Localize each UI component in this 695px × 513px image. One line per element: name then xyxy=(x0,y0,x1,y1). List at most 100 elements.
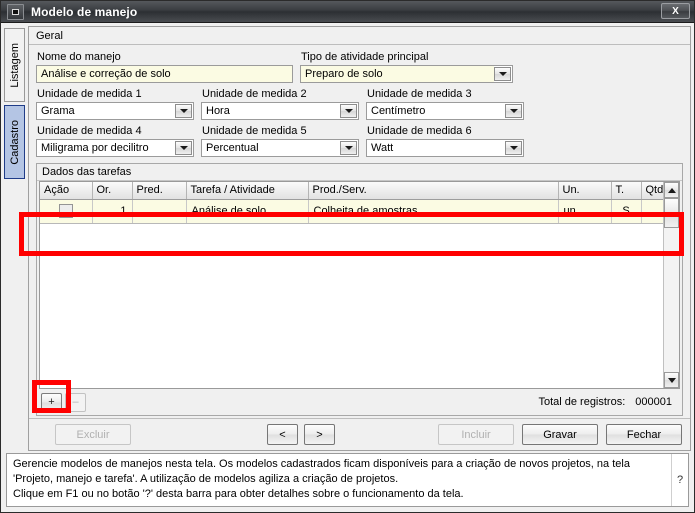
minimize-box-icon[interactable] xyxy=(7,3,24,20)
sidebar-tab-cadastro-label: Cadastro xyxy=(8,119,21,165)
cell-or: 1 xyxy=(92,199,133,224)
chevron-down-icon[interactable] xyxy=(175,104,192,118)
tasks-grid-body: Ação Or. Pred. Tarefa / Atividade Prod./… xyxy=(40,182,663,388)
sidebar-tab-listagem[interactable]: Listagem xyxy=(4,28,25,102)
chevron-down-icon[interactable] xyxy=(340,141,357,155)
row-checkbox[interactable] xyxy=(58,204,73,218)
help-button[interactable]: ? xyxy=(671,454,688,506)
column-header-qtd-ha-p[interactable]: Qtd./ha P. xyxy=(641,182,663,200)
tasks-grid-scrollbar[interactable] xyxy=(663,182,679,388)
scroll-down-icon[interactable] xyxy=(664,372,679,388)
field-unidade-de-medida-2: Unidade de medida 2 Hora xyxy=(201,88,359,120)
cell-tarefa[interactable]: Análise de solo xyxy=(186,199,309,224)
scroll-up-icon[interactable] xyxy=(664,182,679,198)
select-unidade-de-medida-1[interactable]: Grama xyxy=(36,102,194,120)
select-unidade-de-medida-4-value: Miligrama por decilitro xyxy=(41,142,149,154)
next-record-button[interactable]: > xyxy=(304,424,335,445)
label-unidade-de-medida-4: Unidade de medida 4 xyxy=(37,125,142,137)
field-nome-do-manejo: Nome do manejo Análise e correção de sol… xyxy=(36,51,293,83)
chevron-down-icon[interactable] xyxy=(494,67,511,81)
select-unidade-de-medida-2[interactable]: Hora xyxy=(201,102,359,120)
column-header-or[interactable]: Or. xyxy=(92,182,133,200)
field-unidade-de-medida-5: Unidade de medida 5 Percentual xyxy=(201,125,359,157)
tasks-grid-group: Dados das tarefas Ação Or. Pred. Tarefa … xyxy=(36,163,683,416)
cell-acao[interactable] xyxy=(40,199,93,224)
incluir-button: Incluir xyxy=(438,424,514,445)
label-unidade-de-medida-5: Unidade de medida 5 xyxy=(202,125,307,137)
field-unidade-de-medida-6: Unidade de medida 6 Watt xyxy=(366,125,524,157)
select-unidade-de-medida-6[interactable]: Watt xyxy=(366,139,524,157)
select-unidade-de-medida-5-value: Percentual xyxy=(206,142,259,154)
tasks-table: Ação Or. Pred. Tarefa / Atividade Prod./… xyxy=(40,182,663,224)
status-help-line-3: Clique em F1 ou no botão '?' desta barra… xyxy=(13,488,464,500)
cell-t[interactable]: S xyxy=(611,199,642,224)
fechar-button[interactable]: Fechar xyxy=(606,424,682,445)
tab-geral[interactable]: Geral xyxy=(36,30,63,42)
previous-record-button[interactable]: < xyxy=(267,424,298,445)
sidebar-tab-listagem-label: Listagem xyxy=(8,42,21,88)
gravar-button[interactable]: Gravar xyxy=(522,424,598,445)
label-unidade-de-medida-3: Unidade de medida 3 xyxy=(367,88,472,100)
column-header-acao[interactable]: Ação xyxy=(40,182,93,200)
column-header-prod-serv[interactable]: Prod./Serv. xyxy=(308,182,559,200)
column-header-t[interactable]: T. xyxy=(611,182,642,200)
label-unidade-de-medida-1: Unidade de medida 1 xyxy=(37,88,142,100)
tasks-grid-title: Dados das tarefas xyxy=(37,164,682,181)
chevron-down-icon[interactable] xyxy=(175,141,192,155)
column-header-tarefa[interactable]: Tarefa / Atividade xyxy=(186,182,309,200)
scrollbar-thumb[interactable] xyxy=(664,198,679,228)
main-panel: Geral Nome do manejo Análise e correção … xyxy=(28,26,691,451)
select-unidade-de-medida-3-value: Centímetro xyxy=(371,105,426,117)
chevron-down-icon[interactable] xyxy=(505,141,522,155)
select-unidade-de-medida-4[interactable]: Miligrama por decilitro xyxy=(36,139,194,157)
select-tipo-de-atividade-principal[interactable]: Preparo de solo xyxy=(300,65,513,83)
tasks-table-header-row: Ação Or. Pred. Tarefa / Atividade Prod./… xyxy=(40,182,663,200)
form-geral: Nome do manejo Análise e correção de sol… xyxy=(29,45,690,159)
select-unidade-de-medida-1-value: Grama xyxy=(41,105,75,117)
action-bar-left: Excluir xyxy=(55,424,131,445)
select-unidade-de-medida-6-value: Watt xyxy=(371,142,394,154)
status-help-line-2: 'Projeto, manejo e tarefa'. A utilização… xyxy=(13,473,399,485)
label-tipo-de-atividade-principal: Tipo de atividade principal xyxy=(301,51,429,63)
select-unidade-de-medida-2-value: Hora xyxy=(206,105,230,117)
content-area: Listagem Cadastro Geral Nome do manejo A xyxy=(4,26,691,451)
chevron-down-icon[interactable] xyxy=(505,104,522,118)
excluir-button: Excluir xyxy=(55,424,131,445)
cell-pred[interactable] xyxy=(132,199,187,224)
form-row-3: Unidade de medida 4 Miligrama por decili… xyxy=(36,125,683,157)
form-row-1: Nome do manejo Análise e correção de sol… xyxy=(36,51,683,83)
add-row-button[interactable]: + xyxy=(41,392,62,412)
tasks-grid: Ação Or. Pred. Tarefa / Atividade Prod./… xyxy=(39,181,680,389)
chevron-down-icon[interactable] xyxy=(340,104,357,118)
select-unidade-de-medida-3[interactable]: Centímetro xyxy=(366,102,524,120)
window-controls: X xyxy=(661,3,690,19)
tasks-grid-toolbar-left: + – xyxy=(41,392,89,412)
table-row[interactable]: 1 Análise de solo Colheita de amostras u… xyxy=(40,199,663,224)
status-help-line-1: Gerencie modelos de manejos nesta tela. … xyxy=(13,458,630,470)
side-tab-strip: Listagem Cadastro xyxy=(4,26,28,451)
status-help-bar: Gerencie modelos de manejos nesta tela. … xyxy=(6,453,689,507)
status-help-text: Gerencie modelos de manejos nesta tela. … xyxy=(7,454,671,506)
column-header-pred[interactable]: Pred. xyxy=(132,182,187,200)
scrollbar-track[interactable] xyxy=(664,198,679,372)
form-row-2: Unidade de medida 1 Grama Unidade de med… xyxy=(36,88,683,120)
modelo-de-manejo-window: Modelo de manejo X Listagem Cadastro Ger… xyxy=(0,0,695,513)
close-button[interactable]: X xyxy=(661,3,690,19)
panel-tab-strip: Geral xyxy=(29,27,690,45)
field-unidade-de-medida-4: Unidade de medida 4 Miligrama por decili… xyxy=(36,125,194,157)
field-tipo-de-atividade-principal: Tipo de atividade principal Preparo de s… xyxy=(300,51,513,83)
cell-un[interactable]: un xyxy=(558,199,612,224)
input-nome-do-manejo[interactable]: Análise e correção de solo xyxy=(36,65,293,83)
tasks-grid-toolbar: + – Total de registros: 000001 xyxy=(37,389,682,415)
label-nome-do-manejo: Nome do manejo xyxy=(37,51,121,63)
cell-prod-serv[interactable]: Colheita de amostras xyxy=(308,199,559,224)
select-tipo-de-atividade-principal-value: Preparo de solo xyxy=(301,66,494,82)
field-unidade-de-medida-1: Unidade de medida 1 Grama xyxy=(36,88,194,120)
column-header-un[interactable]: Un. xyxy=(558,182,612,200)
sidebar-tab-cadastro[interactable]: Cadastro xyxy=(4,105,25,179)
select-unidade-de-medida-5[interactable]: Percentual xyxy=(201,139,359,157)
window-title: Modelo de manejo xyxy=(31,4,138,19)
cell-qtd-ha-p[interactable] xyxy=(641,199,663,224)
field-unidade-de-medida-3: Unidade de medida 3 Centímetro xyxy=(366,88,524,120)
total-records-label: Total de registros: xyxy=(538,396,626,408)
